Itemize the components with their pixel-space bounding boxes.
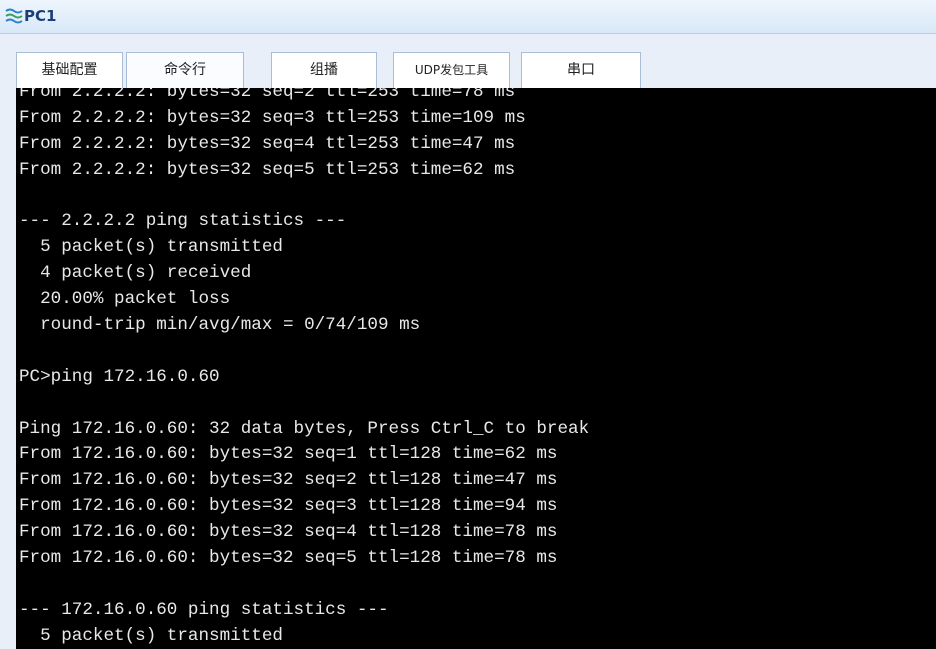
terminal-line: From 172.16.0.60: bytes=32 seq=5 ttl=128… [19,548,558,569]
terminal-line: From 172.16.0.60: bytes=32 seq=2 ttl=128… [19,470,558,491]
terminal-line: From 172.16.0.60: bytes=32 seq=4 ttl=128… [19,522,558,543]
terminal-console[interactable]: From 2.2.2.2: bytes=32 seq=2 ttl=253 tim… [16,88,936,649]
title-bar: PC1 [0,0,936,34]
terminal-line: PC>ping 172.16.0.60 [19,366,220,387]
tab-basic-config[interactable]: 基础配置 [16,52,123,88]
terminal-line: From 2.2.2.2: bytes=32 seq=3 ttl=253 tim… [19,107,526,128]
terminal-line: From 172.16.0.60: bytes=32 seq=1 ttl=128… [19,444,558,465]
tab-serial-port[interactable]: 串口 [521,52,641,88]
tab-multicast[interactable]: 组播 [271,52,377,88]
window-title: PC1 [24,7,57,25]
terminal-line: 5 packet(s) transmitted [19,237,283,258]
terminal-line: From 172.16.0.60: bytes=32 seq=3 ttl=128… [19,496,558,517]
terminal-line: 20.00% packet loss [19,289,231,310]
terminal-output: From 2.2.2.2: bytes=32 seq=2 ttl=253 tim… [19,88,589,649]
tab-udp-tool[interactable]: UDP发包工具 [393,52,510,88]
terminal-line: round-trip min/avg/max = 0/74/109 ms [19,315,421,336]
terminal-line: 4 packet(s) received [19,263,252,284]
terminal-line: From 2.2.2.2: bytes=32 seq=2 ttl=253 tim… [19,88,516,102]
terminal-line: Ping 172.16.0.60: 32 data bytes, Press C… [19,418,590,439]
terminal-line: --- 2.2.2.2 ping statistics --- [19,211,347,232]
terminal-line: From 2.2.2.2: bytes=32 seq=4 ttl=253 tim… [19,133,516,154]
terminal-line: From 2.2.2.2: bytes=32 seq=5 ttl=253 tim… [19,159,516,180]
terminal-line: 5 packet(s) transmitted [19,625,283,646]
terminal-line: --- 172.16.0.60 ping statistics --- [19,599,389,620]
network-pc-icon [5,8,23,24]
main-panel: 基础配置 命令行 组播 UDP发包工具 串口 From 2.2.2.2: byt… [0,34,936,649]
tab-command-line[interactable]: 命令行 [126,52,244,88]
